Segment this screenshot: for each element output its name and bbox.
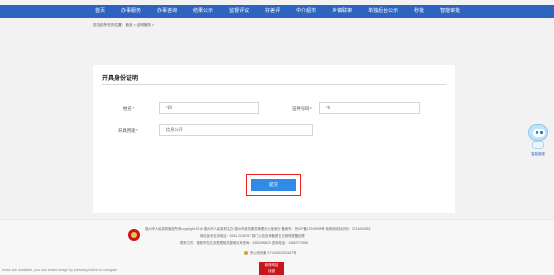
name-label: 姓名* — [123, 106, 134, 112]
nav-item[interactable]: 监督评议 — [229, 5, 249, 18]
robot-face — [533, 129, 545, 137]
footer-police-record[interactable]: 鲁公网安备 37140202000437号 — [244, 250, 297, 256]
name-label-text: 姓名 — [123, 106, 132, 111]
gov-badge-line2: 找错 — [268, 269, 275, 273]
assistant-label: 智能客服 — [531, 152, 545, 156]
nav-item[interactable]: 中介超市 — [296, 5, 316, 18]
id-label-text: 证件号码 — [292, 106, 310, 111]
nav-item[interactable]: 秒批 — [414, 5, 424, 18]
robot-icon — [528, 124, 548, 141]
footer-support: 网站技术支持电话：0534-2236757 部门公告查询截屏五日维修提醒处理 — [200, 234, 305, 238]
nav-item[interactable]: 好差评 — [265, 5, 280, 18]
robot-body — [532, 141, 544, 149]
name-field[interactable]: *四 — [159, 102, 259, 114]
robot-eye — [540, 131, 543, 134]
police-badge-icon — [244, 251, 248, 256]
nav-items: 首页 办事服务 办事咨询 结果公示 监督评议 好差评 中介超市 乡镇联审 单独后台公示 秒批 智能审… — [95, 5, 476, 18]
required-mark: * — [310, 106, 312, 111]
nav-item[interactable]: 乡镇联审 — [332, 5, 352, 18]
assistant-widget[interactable]: 智能客服 — [526, 124, 550, 158]
title-divider — [102, 84, 446, 85]
top-navigation: 首页 办事服务 办事咨询 结果公示 监督评议 好差评 中介超市 乡镇联审 单独后台公示 秒批 智能审… — [0, 5, 554, 18]
submit-button[interactable]: 提交 — [251, 179, 296, 191]
form-card: 开具身份证明 姓名* *四 证件号码* *5 开具用途* 信息公开 提交 — [93, 65, 455, 213]
nav-item[interactable]: 单独后台公示 — [368, 5, 398, 18]
nav-item[interactable]: 首页 — [95, 5, 105, 18]
national-emblem-icon — [128, 229, 140, 241]
page-title: 开具身份证明 — [102, 76, 139, 82]
footer-copyright: 德州市人民政府版权所有copyright 2016 德州市人民政府主办 德州市政… — [145, 227, 371, 231]
required-mark: * — [132, 106, 135, 111]
nav-item[interactable]: 办事咨询 — [157, 5, 177, 18]
breadcrumb: 您当前所在的位置：首页 > 证明服务 > — [93, 23, 155, 27]
police-record-text: 鲁公网安备 37140202000437号 — [250, 251, 297, 255]
id-number-field[interactable]: *5 — [319, 102, 420, 114]
purpose-label: 开具用途* — [118, 128, 138, 134]
id-label: 证件号码* — [292, 106, 312, 112]
required-mark: * — [136, 128, 138, 133]
footer-contact: 联系方式：德政所在业务受理相关疑难请来咨询：2383099823 咨询电话：19… — [180, 241, 309, 245]
robot-eye — [535, 131, 538, 134]
nav-item[interactable]: 智能审批 — [440, 5, 460, 18]
nav-item[interactable]: 办事服务 — [121, 5, 141, 18]
footer: 德州市人民政府版权所有copyright 2016 德州市人民政府主办 德州市政… — [0, 219, 554, 275]
status-text: rrows are available, you can resize imag… — [2, 268, 118, 272]
gov-site-badge[interactable]: 政府网站 找错 — [259, 262, 284, 275]
purpose-label-text: 开具用途 — [118, 128, 136, 133]
purpose-field[interactable]: 信息公开 — [159, 124, 313, 136]
nav-item[interactable]: 结果公示 — [193, 5, 213, 18]
